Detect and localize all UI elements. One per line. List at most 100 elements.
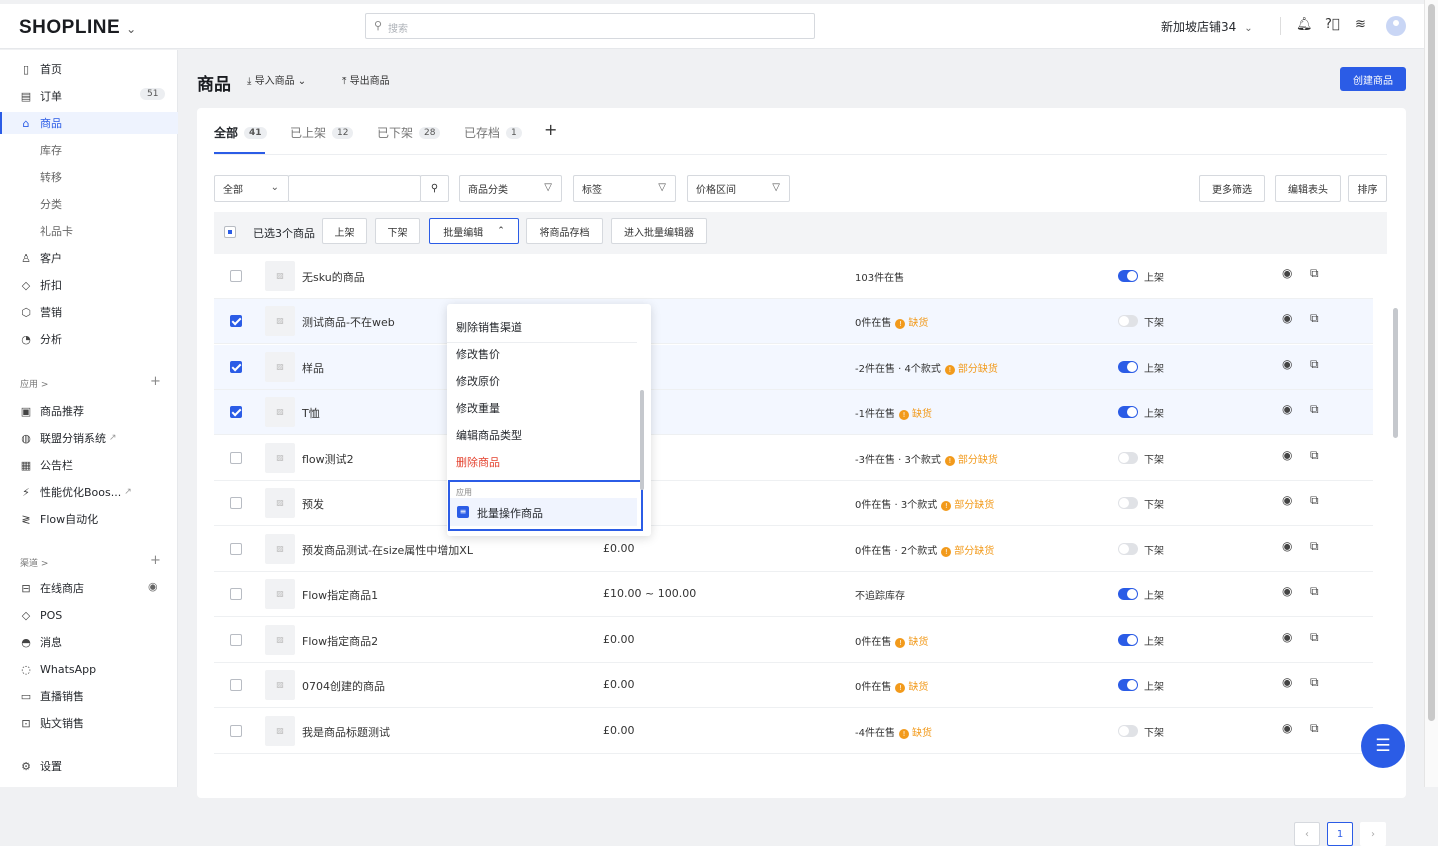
- table-row[interactable]: ▨ Flow指定商品1 £10.00 ~ 100.00 不追踪库存 上架 ◉ ⧉: [214, 572, 1373, 617]
- help-icon[interactable]: ?⃝: [1325, 17, 1340, 32]
- wifi-icon[interactable]: ≋: [1355, 17, 1366, 32]
- add-channel-icon[interactable]: +: [150, 553, 161, 568]
- product-name[interactable]: Flow指定商品1: [302, 587, 378, 603]
- sidebar-item-collections[interactable]: 分类: [40, 195, 62, 213]
- apps-heading[interactable]: 应用 >: [20, 377, 48, 390]
- publish-toggle[interactable]: [1118, 588, 1138, 600]
- sidebar-item-orders[interactable]: ▤ 订单: [20, 87, 62, 105]
- sidebar-item-marketing[interactable]: ⬡ 营销: [20, 303, 62, 321]
- row-checkbox[interactable]: [230, 452, 242, 464]
- table-row[interactable]: ▨ 预发商品测试-在size属性中增加XL £0.00 0件在售 · 2个款式! 部分缺…: [214, 527, 1373, 572]
- channels-heading[interactable]: 渠道 >: [20, 556, 48, 569]
- publish-toggle[interactable]: [1118, 270, 1138, 282]
- page-1-button[interactable]: 1: [1327, 822, 1353, 846]
- scope-select[interactable]: 全部 ⌄: [214, 175, 289, 202]
- sidebar-item-customers[interactable]: ♙ 客户: [20, 249, 62, 267]
- table-row[interactable]: ▨ 样品 -2件在售 · 4个款式! 部分缺货 上架 ◉ ⧉: [214, 345, 1373, 390]
- chat-button[interactable]: ☰: [1361, 724, 1405, 768]
- eye-icon[interactable]: ◉: [1282, 402, 1292, 416]
- publish-toggle[interactable]: [1118, 497, 1138, 509]
- product-name[interactable]: 样品: [302, 360, 324, 376]
- product-name[interactable]: flow测试2: [302, 451, 354, 467]
- sidebar-item-analytics[interactable]: ◔ 分析: [20, 330, 62, 348]
- publish-toggle[interactable]: [1118, 634, 1138, 646]
- product-name[interactable]: 无sku的商品: [302, 269, 365, 285]
- eye-icon[interactable]: ◉: [1282, 721, 1292, 735]
- menu-item-edit-type[interactable]: 编辑商品类型: [456, 427, 522, 443]
- bell-icon[interactable]: 🔔︎: [1296, 17, 1313, 32]
- add-tab-icon[interactable]: +: [544, 120, 557, 139]
- sidebar-channel-item[interactable]: ◌ WhatsApp: [20, 660, 96, 678]
- product-name[interactable]: 我是商品标题测试: [302, 724, 390, 740]
- row-checkbox[interactable]: [230, 361, 242, 373]
- copy-icon[interactable]: ⧉: [1310, 630, 1319, 645]
- publish-toggle[interactable]: [1118, 543, 1138, 555]
- product-name[interactable]: 0704创建的商品: [302, 678, 385, 694]
- tab-unpublished[interactable]: 已下架 28: [377, 124, 441, 141]
- add-app-icon[interactable]: +: [150, 374, 161, 389]
- publish-button[interactable]: 上架: [322, 218, 367, 244]
- window-scrollbar[interactable]: [1424, 0, 1438, 787]
- menu-scrollbar[interactable]: [640, 390, 644, 490]
- sidebar-channel-item[interactable]: ◇ POS: [20, 606, 63, 624]
- unpublish-button[interactable]: 下架: [375, 218, 420, 244]
- table-row[interactable]: ▨ 无sku的商品 103件在售 上架 ◉ ⧉: [214, 254, 1373, 299]
- copy-icon[interactable]: ⧉: [1310, 675, 1319, 690]
- tag-filter[interactable]: 标签 ▽: [573, 175, 676, 202]
- shopline-logo[interactable]: SHOPLINE ⌄: [19, 17, 137, 39]
- menu-item-delete[interactable]: 删除商品: [456, 454, 500, 470]
- row-checkbox[interactable]: [230, 543, 242, 555]
- copy-icon[interactable]: ⧉: [1310, 311, 1319, 326]
- eye-icon[interactable]: ◉: [148, 580, 158, 593]
- publish-toggle[interactable]: [1118, 725, 1138, 737]
- edit-header-button[interactable]: 编辑表头: [1275, 175, 1341, 202]
- export-products-button[interactable]: ⤒ 导出商品: [342, 72, 390, 87]
- publish-toggle[interactable]: [1118, 452, 1138, 464]
- publish-toggle[interactable]: [1118, 406, 1138, 418]
- row-checkbox[interactable]: [230, 679, 242, 691]
- product-name[interactable]: 预发商品测试-在size属性中增加XL: [302, 542, 473, 558]
- bulk-editor-button[interactable]: 进入批量编辑器: [611, 218, 707, 244]
- eye-icon[interactable]: ◉: [1282, 630, 1292, 644]
- menu-item-edit-weight[interactable]: 修改重量: [456, 400, 500, 416]
- product-name[interactable]: T恤: [302, 405, 320, 421]
- publish-toggle[interactable]: [1118, 679, 1138, 691]
- search-input[interactable]: ⚲ 搜索: [365, 13, 815, 39]
- batch-edit-dropdown[interactable]: 批量编辑 ⌃: [429, 218, 519, 244]
- eye-icon[interactable]: ◉: [1282, 584, 1292, 598]
- import-products-button[interactable]: ⤓ 导入商品 ⌄: [247, 72, 306, 87]
- table-row[interactable]: ▨ Flow指定商品2 £0.00 0件在售! 缺货 上架 ◉ ⧉: [214, 618, 1373, 663]
- tab-published[interactable]: 已上架 12: [290, 124, 354, 141]
- table-row[interactable]: ▨ 0704创建的商品 £0.00 0件在售! 缺货 上架 ◉ ⧉: [214, 663, 1373, 708]
- table-row[interactable]: ▨预发£0.000件在售 · 3个款式!部分缺货下架◉⧉: [214, 481, 1373, 526]
- eye-icon[interactable]: ◉: [1282, 675, 1292, 689]
- archive-button[interactable]: 将商品存档: [526, 218, 603, 244]
- sort-button[interactable]: 排序: [1348, 175, 1387, 202]
- table-row[interactable]: ▨ 测试商品-不在web 0件在售! 缺货 下架 ◉ ⧉: [214, 299, 1373, 344]
- copy-icon[interactable]: ⧉: [1310, 357, 1319, 372]
- copy-icon[interactable]: ⧉: [1310, 448, 1319, 463]
- row-checkbox[interactable]: [230, 406, 242, 418]
- publish-toggle[interactable]: [1118, 361, 1138, 373]
- copy-icon[interactable]: ⧉: [1310, 584, 1319, 599]
- menu-item-edit-price[interactable]: 修改售价: [456, 346, 500, 362]
- table-row[interactable]: ▨ flow测试2 -3件在售 · 3个款式! 部分缺货 下架 ◉ ⧉: [214, 436, 1373, 481]
- filter-search-input[interactable]: [288, 175, 421, 202]
- avatar[interactable]: [1386, 16, 1406, 36]
- row-checkbox[interactable]: [230, 725, 242, 737]
- sidebar-app-item[interactable]: ▦ 公告栏: [20, 456, 73, 474]
- create-product-button[interactable]: 创建商品: [1340, 67, 1406, 91]
- chevron-down-icon[interactable]: ⌄: [126, 22, 137, 36]
- eye-icon[interactable]: ◉: [1282, 493, 1292, 507]
- product-name[interactable]: 预发: [302, 496, 324, 512]
- row-checkbox[interactable]: [230, 634, 242, 646]
- next-page-button[interactable]: ›: [1360, 822, 1386, 846]
- tab-archived[interactable]: 已存档 1: [464, 124, 522, 141]
- sidebar-item-transfers[interactable]: 转移: [40, 168, 62, 186]
- sidebar-item-settings[interactable]: ⚙ 设置: [20, 757, 62, 775]
- sidebar-item-discounts[interactable]: ◇ 折扣: [20, 276, 62, 294]
- copy-icon[interactable]: ⧉: [1310, 493, 1319, 508]
- sidebar-item-home[interactable]: ▯ 首页: [20, 60, 62, 78]
- table-scrollbar[interactable]: [1393, 308, 1398, 438]
- eye-icon[interactable]: ◉: [1282, 357, 1292, 371]
